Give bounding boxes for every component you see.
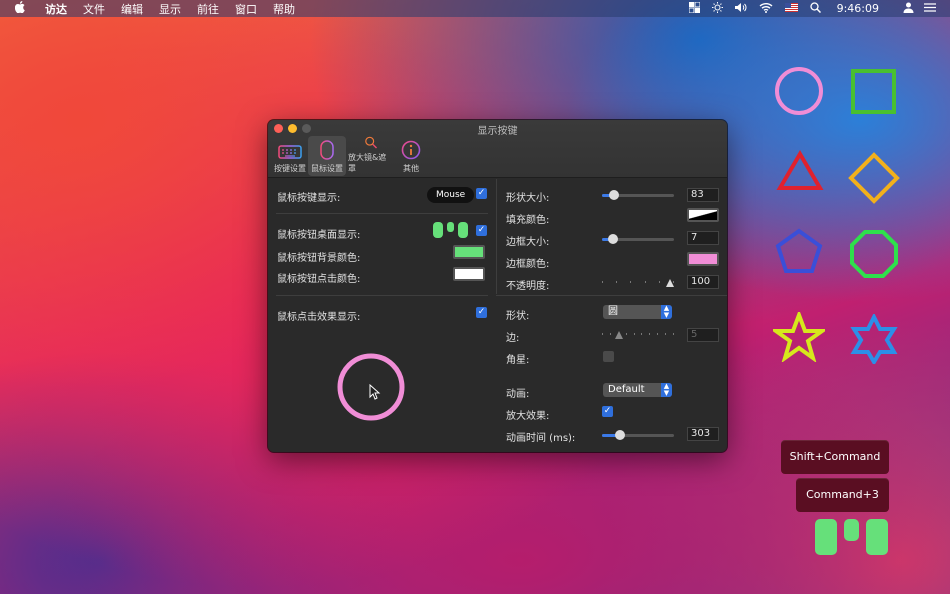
triangle-shape-icon (776, 150, 824, 190)
volume-icon[interactable] (734, 2, 747, 16)
menubar-clock[interactable]: 9:46:09 (837, 2, 879, 15)
chevron-updown-icon: ▲ ▼ (661, 305, 672, 319)
chevron-updown-icon: ▲ ▼ (661, 383, 672, 397)
keyboard-icon (278, 145, 302, 159)
menu-edit[interactable]: 编辑 (113, 1, 151, 17)
border-size-slider[interactable] (602, 233, 674, 245)
mouse-bg-color-label: 鼠标按钮背景颜色: (277, 253, 361, 264)
border-size-label: 边框大小: (506, 237, 550, 248)
mouse-key-pill: Mouse (427, 187, 475, 203)
tab-other-label: 其他 (403, 164, 419, 173)
menu-help[interactable]: 帮助 (265, 1, 303, 17)
zoom-effect-checkbox[interactable]: ✓ (602, 406, 613, 417)
mouse-icon (320, 140, 334, 160)
shape-size-field[interactable]: 83 (687, 188, 719, 202)
hud-keystroke-2: Command+3 (796, 478, 889, 512)
hud-keystroke-1: Shift+Command (781, 440, 889, 474)
pentagon-shape-icon (775, 228, 823, 273)
mouse-desktop-display-checkbox[interactable]: ✓ (476, 225, 487, 236)
menu-go[interactable]: 前往 (189, 1, 227, 17)
opacity-label: 不透明度: (506, 281, 550, 292)
mouse-click-color-well[interactable] (453, 267, 485, 281)
tab-other[interactable]: 其他 (396, 136, 426, 176)
menu-file[interactable]: 文件 (75, 1, 113, 17)
tab-magnifier-mask[interactable]: 放大镜&遮罩 (346, 136, 396, 176)
opacity-field[interactable]: 100 (687, 275, 719, 289)
star-shape-icon (773, 312, 825, 362)
window-toolbar: 按键设置 鼠标设置 放大镜&遮罩 其他 (272, 136, 426, 176)
animation-select-value: Default (608, 384, 645, 395)
mouse-key-display-checkbox[interactable]: ✓ (476, 188, 487, 199)
click-effect-display-label: 鼠标点击效果显示: (277, 312, 361, 323)
border-color-label: 边框颜色: (506, 259, 550, 270)
column-divider (496, 179, 497, 294)
border-size-field[interactable]: 7 (687, 231, 719, 245)
star-checkbox[interactable] (603, 351, 614, 362)
anim-time-slider[interactable] (602, 429, 674, 441)
control-center-icon[interactable] (924, 2, 936, 16)
star-label: 角星: (506, 355, 530, 366)
anim-time-field[interactable]: 303 (687, 427, 719, 441)
cursor-arrow-icon (369, 384, 381, 400)
menu-finder[interactable]: 访达 (37, 1, 75, 17)
circle-shape-icon (775, 67, 823, 115)
flag-us-icon[interactable] (784, 2, 798, 15)
user-icon[interactable] (903, 2, 914, 16)
mouse-key-display-label: 鼠标按键显示: (277, 193, 341, 204)
info-icon (401, 140, 421, 160)
animation-select[interactable]: Default ▲ ▼ (603, 383, 672, 397)
magnifier-icon (365, 136, 378, 149)
tab-magnifier-mask-label: 放大镜&遮罩 (348, 153, 387, 173)
shape-select-value: 圆 (608, 306, 618, 317)
shape-label: 形状: (506, 311, 530, 322)
window-content: 鼠标按键显示: Mouse ✓ 鼠标按钮桌面显示: ✓ 鼠标按钮背景颜色: 鼠标… (268, 179, 727, 452)
fill-color-well[interactable] (687, 208, 719, 222)
shape-size-slider[interactable] (602, 189, 674, 201)
tab-mouse-settings-label: 鼠标设置 (311, 164, 343, 173)
mouse-click-color-label: 鼠标按钮点击颜色: (277, 274, 361, 285)
tab-key-settings-label: 按键设置 (274, 164, 306, 173)
square-shape-icon (851, 69, 896, 114)
mouse-bg-color-well[interactable] (453, 245, 485, 259)
mouse-buttons-indicator-icon (815, 519, 888, 555)
window-title: 显示按键 (477, 126, 518, 137)
mouse-buttons-preview-icon (433, 222, 468, 238)
settings-window: 显示按键 按键设置 鼠标设置 放大镜&遮罩 其他 鼠标按键显示: Mouse ✓… (268, 120, 727, 452)
hexagram-shape-icon (850, 314, 898, 364)
octagon-shape-icon (850, 230, 898, 278)
tab-mouse-settings[interactable]: 鼠标设置 (308, 136, 346, 176)
menu-window[interactable]: 窗口 (227, 1, 265, 17)
apple-icon[interactable] (13, 1, 27, 16)
mouse-desktop-display-label: 鼠标按钮桌面显示: (277, 230, 361, 241)
fill-color-label: 填充颜色: (506, 215, 550, 226)
anim-time-label: 动画时间 (ms): (506, 433, 576, 444)
wifi-icon[interactable] (759, 2, 773, 16)
animation-label: 动画: (506, 389, 530, 400)
window-titlebar[interactable]: 显示按键 按键设置 鼠标设置 放大镜&遮罩 其他 (268, 120, 727, 178)
sides-slider[interactable] (602, 329, 674, 341)
border-color-well[interactable] (687, 252, 719, 266)
left-divider-2 (276, 295, 488, 296)
opacity-slider[interactable] (602, 277, 674, 289)
tab-key-settings[interactable]: 按键设置 (272, 136, 308, 176)
app-status-icon[interactable] (688, 1, 701, 16)
search-icon[interactable] (809, 1, 821, 16)
zoom-effect-label: 放大效果: (506, 411, 550, 422)
menu-bar: 访达 文件 编辑 显示 前往 窗口 帮助 9:46:09 (0, 0, 950, 17)
click-effect-display-checkbox[interactable]: ✓ (476, 307, 487, 318)
brightness-icon[interactable] (711, 1, 723, 16)
shape-select[interactable]: 圆 ▲ ▼ (603, 305, 672, 319)
sides-label: 边: (506, 333, 520, 344)
shape-size-label: 形状大小: (506, 193, 550, 204)
diamond-shape-icon (848, 152, 900, 204)
left-divider-1 (276, 213, 488, 214)
sides-field[interactable]: 5 (687, 328, 719, 342)
menu-view[interactable]: 显示 (151, 1, 189, 17)
right-divider (496, 295, 727, 296)
